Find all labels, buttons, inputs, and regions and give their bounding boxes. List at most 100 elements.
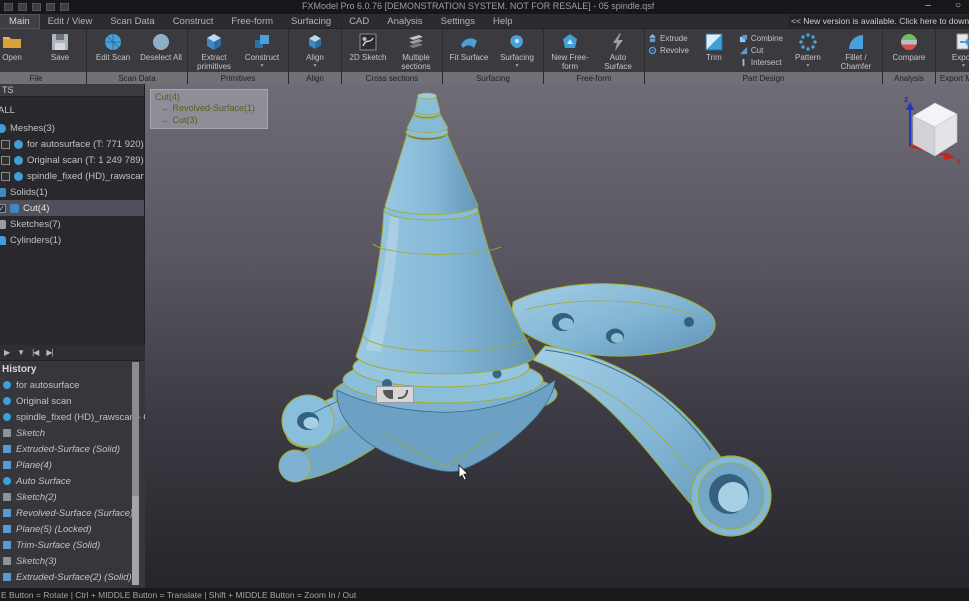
tree-item-solids[interactable]: Solids(1) bbox=[0, 184, 144, 200]
cut-icon bbox=[739, 46, 748, 55]
edit-scan-button[interactable]: Edit Scan bbox=[90, 31, 136, 63]
visibility-checkbox[interactable] bbox=[1, 156, 10, 165]
x-axis-label: x bbox=[956, 156, 961, 166]
history-item[interactable]: spindle_fixed (HD)_rawscan - Copy bbox=[0, 409, 145, 425]
dropdown-caret-icon: ▾ bbox=[806, 64, 809, 68]
group-label-file: File bbox=[0, 72, 86, 84]
left-sidebar: TS ALL Meshes(3) for autosurface (T: 771… bbox=[0, 84, 145, 588]
history-filter-icon[interactable]: ▼ bbox=[17, 348, 24, 357]
history-item[interactable]: Auto Surface bbox=[0, 473, 145, 489]
revolve-button[interactable]: Revolve bbox=[648, 46, 689, 55]
menu-item-help[interactable]: Help bbox=[484, 15, 522, 28]
update-notification[interactable]: << New version is available. Click here … bbox=[789, 15, 969, 27]
history-play-icon[interactable]: ▶ bbox=[4, 348, 9, 357]
align-button[interactable]: Align ▾ bbox=[292, 31, 338, 68]
visibility-checkbox-checked[interactable]: ✓ bbox=[0, 204, 6, 213]
history-item[interactable]: Revolved-Surface (Surface) bbox=[0, 505, 145, 521]
tree-item-cut4[interactable]: ✓ Cut(4) bbox=[0, 200, 144, 216]
pattern-button[interactable]: Pattern ▾ bbox=[785, 31, 831, 68]
visibility-checkbox[interactable] bbox=[1, 172, 10, 181]
intersect-button[interactable]: Intersect bbox=[739, 58, 783, 67]
dropdown-caret-icon: ▾ bbox=[515, 64, 518, 68]
solid-icon bbox=[3, 445, 11, 453]
extrude-button[interactable]: Extrude bbox=[648, 34, 689, 43]
history-panel: ▶ ▼ |◀ ▶| History for autosurface Origin… bbox=[0, 345, 145, 588]
history-item[interactable]: Extruded-Surface(2) (Solid) bbox=[0, 569, 145, 585]
trim-icon bbox=[703, 31, 725, 53]
solid-icon bbox=[10, 204, 19, 213]
history-item[interactable]: Sketch(3) bbox=[0, 553, 145, 569]
deselect-all-button[interactable]: Deselect All bbox=[138, 31, 184, 63]
menu-item-construct[interactable]: Construct bbox=[164, 15, 223, 28]
tree-item-meshes[interactable]: Meshes(3) bbox=[0, 120, 144, 136]
surfacing-button[interactable]: Surfacing ▾ bbox=[494, 31, 540, 68]
menu-item-settings[interactable]: Settings bbox=[432, 15, 484, 28]
quick-access-icon[interactable] bbox=[60, 3, 69, 11]
dropdown-caret-icon: ▾ bbox=[962, 64, 965, 68]
fit-surface-button[interactable]: Fit Surface bbox=[446, 31, 492, 63]
menu-item-main[interactable]: Main bbox=[0, 15, 39, 28]
3d-model-canvas[interactable] bbox=[145, 84, 969, 588]
menu-item-free-form[interactable]: Free-form bbox=[222, 15, 282, 28]
scrollbar-thumb[interactable] bbox=[132, 362, 139, 496]
window-control-icon[interactable]: ○ bbox=[955, 0, 961, 12]
navigation-cube[interactable]: z x bbox=[893, 90, 963, 166]
extract-primitives-button[interactable]: Extract primitives bbox=[191, 31, 237, 72]
auto-surface-icon bbox=[607, 31, 629, 53]
menu-item-edit-view[interactable]: Edit / View bbox=[39, 15, 102, 28]
history-item[interactable]: Original scan bbox=[0, 393, 145, 409]
history-item[interactable]: Sketch bbox=[0, 425, 145, 441]
ribbon-group-analysis: Compare Analysis bbox=[883, 29, 936, 84]
2d-sketch-button[interactable]: 2D Sketch bbox=[345, 31, 391, 63]
cut-button[interactable]: Cut bbox=[739, 46, 783, 55]
tree-item-sketches[interactable]: Sketches(7) bbox=[0, 216, 144, 232]
export-button[interactable]: Export ▾ bbox=[940, 31, 969, 68]
status-bar: E Button = Rotate | Ctrl + MIDDLE Button… bbox=[0, 588, 969, 601]
history-item[interactable]: Plane(4) bbox=[0, 457, 145, 473]
trim-button[interactable]: Trim bbox=[691, 31, 737, 63]
mouse-hints-text: E Button = Rotate | Ctrl + MIDDLE Button… bbox=[1, 590, 356, 600]
menu-item-scan-data[interactable]: Scan Data bbox=[101, 15, 163, 28]
save-button[interactable]: Save bbox=[37, 31, 83, 63]
history-item[interactable]: Sketch(2) bbox=[0, 489, 145, 505]
history-item[interactable]: Plane(5) (Locked) bbox=[0, 521, 145, 537]
history-step-back-icon[interactable]: |◀ bbox=[32, 348, 38, 357]
multiple-sections-button[interactable]: Multiple sections bbox=[393, 31, 439, 72]
menu-item-cad[interactable]: CAD bbox=[340, 15, 378, 28]
new-free-form-button[interactable]: New Free-form bbox=[547, 31, 593, 72]
menu-item-analysis[interactable]: Analysis bbox=[378, 15, 431, 28]
3d-viewport[interactable]: Cut(4) ← Revolved-Surface(1) ← Cut(3) z … bbox=[145, 84, 969, 588]
construct-button[interactable]: Construct ▾ bbox=[239, 31, 285, 68]
combine-button[interactable]: Combine bbox=[739, 34, 783, 43]
fillet-chamfer-button[interactable]: Fillet / Chamfer bbox=[833, 31, 879, 72]
quick-access-icon[interactable] bbox=[32, 3, 41, 11]
tree-item-original-scan[interactable]: Original scan (T: 1 249 789) bbox=[0, 152, 144, 168]
visibility-checkbox[interactable] bbox=[1, 140, 10, 149]
minimize-button[interactable]: – bbox=[925, 0, 931, 12]
tree-item-for-autosurface[interactable]: for autosurface (T: 771 920) bbox=[0, 136, 144, 152]
menu-item-surfacing[interactable]: Surfacing bbox=[282, 15, 340, 28]
compare-button[interactable]: Compare bbox=[886, 31, 932, 63]
group-label-align: Align bbox=[289, 72, 341, 84]
intersect-icon bbox=[739, 58, 748, 67]
tree-item-cylinders[interactable]: Cylinders(1) bbox=[0, 232, 144, 248]
open-folder-icon bbox=[1, 31, 23, 53]
quick-access-icon[interactable] bbox=[18, 3, 27, 11]
tree-item-spindle-fixed-rawscan[interactable]: spindle_fixed (HD)_rawscan - Copy bbox=[0, 168, 144, 184]
history-item[interactable]: Extruded-Surface (Solid) bbox=[0, 441, 145, 457]
chamfer-corner-option-icon[interactable] bbox=[398, 390, 408, 399]
history-scrollbar[interactable] bbox=[132, 362, 139, 585]
plane-icon bbox=[3, 461, 11, 469]
auto-surface-button[interactable]: Auto Surface bbox=[595, 31, 641, 72]
history-item[interactable]: for autosurface bbox=[0, 377, 145, 393]
history-tooltip: Cut(4) ← Revolved-Surface(1) ← Cut(3) bbox=[150, 89, 268, 129]
quick-access-icon[interactable] bbox=[46, 3, 55, 11]
history-item[interactable]: Trim-Surface (Solid) bbox=[0, 537, 145, 553]
open-button[interactable]: Open bbox=[0, 31, 35, 63]
group-label-export-model: Export Model bbox=[936, 72, 969, 84]
application-window: FXModel Pro 6.0.76 [DEMONSTRATION SYSTEM… bbox=[0, 0, 969, 601]
round-corner-option-icon[interactable] bbox=[383, 390, 393, 399]
history-step-forward-icon[interactable]: ▶| bbox=[46, 348, 52, 357]
tree-filter-all[interactable]: ALL bbox=[0, 97, 144, 120]
quick-access-icon[interactable] bbox=[4, 3, 13, 11]
